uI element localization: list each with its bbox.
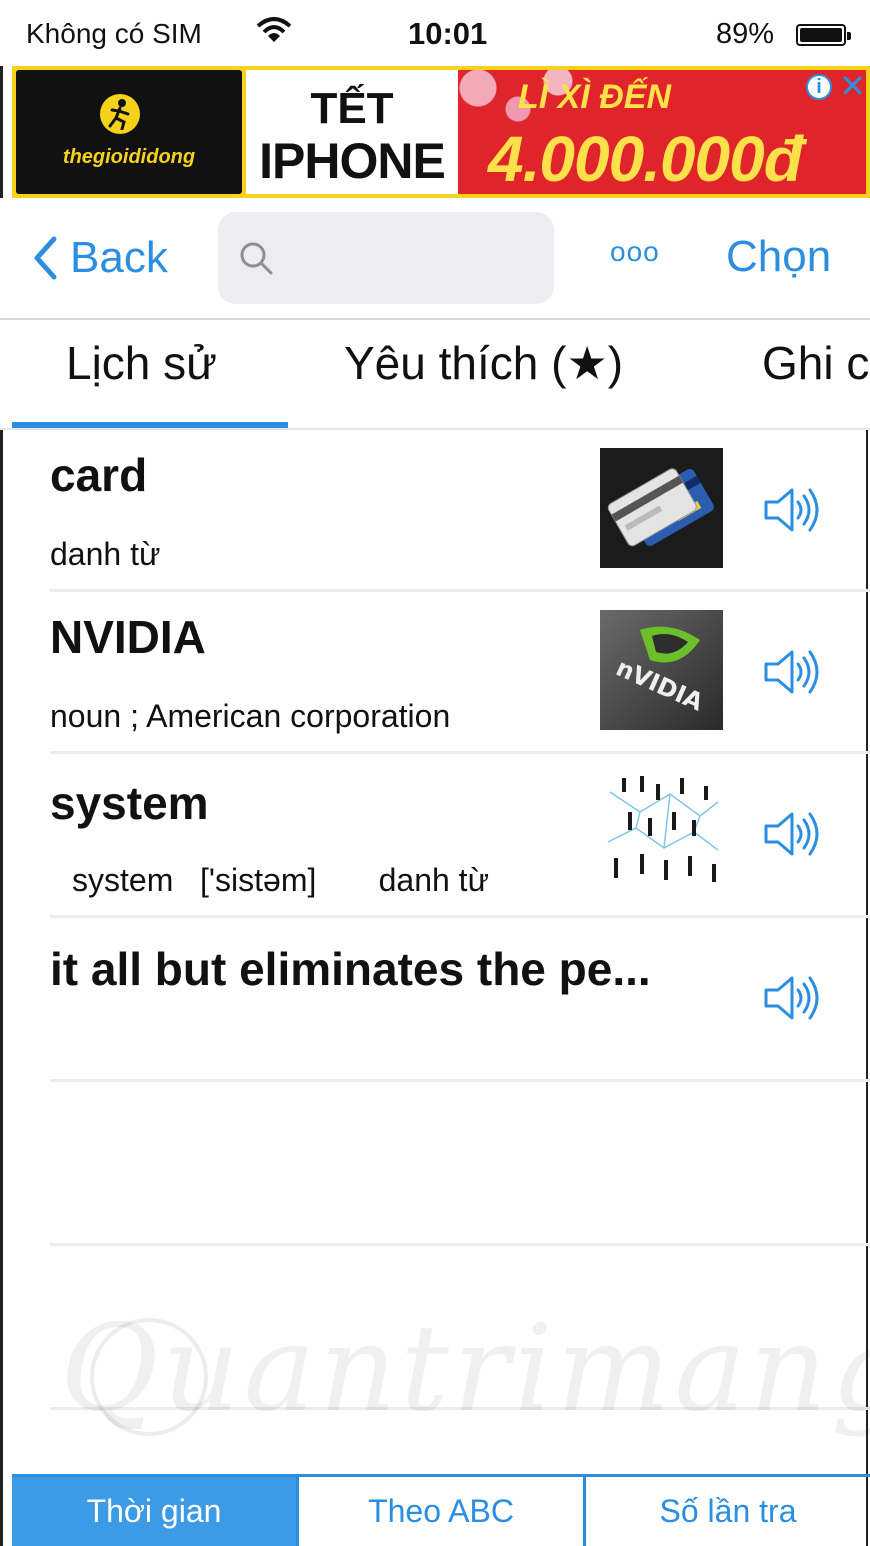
network-people-image (600, 772, 723, 892)
entry-description: noun ; American corporation (50, 698, 451, 734)
ad-headline: TẾT IPHONE (246, 70, 458, 194)
running-man-icon (100, 94, 140, 134)
svg-text:nVIDIA: nVIDIA (612, 654, 708, 717)
entry-word: it all but eliminates the pe... (50, 943, 651, 995)
close-icon[interactable]: ✕ (839, 70, 866, 102)
sort-by-abc[interactable]: Theo ABC (299, 1477, 586, 1546)
entry-word: system (50, 777, 209, 829)
navigation-bar: Back ooo Chọn (0, 198, 870, 320)
list-item[interactable]: system system ['sistəm] danh từ (50, 754, 870, 918)
search-icon (240, 242, 273, 275)
ad-promo-1: LÌ XÌ ĐẾN (518, 78, 672, 116)
ad-promo-amount: 4.000.000đ (488, 123, 803, 194)
ad-brand-panel: thegioididong (16, 70, 242, 194)
select-button[interactable]: Chọn (726, 232, 831, 282)
list-item[interactable]: NVIDIA noun ; American corporation nVIDI… (50, 592, 870, 754)
speaker-icon[interactable] (760, 478, 824, 542)
watermark: Quantrimang (60, 1300, 870, 1439)
nvidia-logo-image: nVIDIA (600, 610, 723, 730)
entry-description: system ['sistəm] danh từ (72, 862, 489, 898)
sort-by-lookup-count[interactable]: Số lần tra (586, 1477, 870, 1546)
list-item[interactable]: card danh từ (50, 430, 870, 592)
ad-brand-name: thegioididong (62, 146, 196, 168)
carrier-label: Không có SIM (26, 18, 202, 49)
back-button[interactable]: Back (32, 232, 168, 284)
search-input[interactable] (218, 212, 554, 304)
ad-headline-2: IPHONE (259, 133, 446, 189)
tab-bar: Lịch sử Yêu thích (★) Ghi c (0, 320, 870, 430)
wifi-icon (256, 16, 292, 51)
sort-by-time[interactable]: Thời gian (12, 1477, 299, 1546)
entry-description: danh từ (50, 536, 161, 572)
battery-icon (796, 24, 851, 46)
more-options-button[interactable]: ooo (610, 236, 660, 268)
tab-favorites[interactable]: Yêu thích (★) (344, 336, 623, 390)
sort-segmented-control: Thời gian Theo ABC Số lần tra (12, 1474, 870, 1546)
tab-history[interactable]: Lịch sử (66, 336, 217, 390)
clock: 10:01 (408, 16, 488, 51)
tab-notes[interactable]: Ghi c (762, 336, 869, 390)
info-icon[interactable]: i (806, 74, 832, 100)
ad-promo: LÌ XÌ ĐẾN 4.000.000đ (458, 70, 866, 194)
chevron-left-icon (34, 236, 57, 280)
entry-word: card (50, 449, 148, 501)
list-item[interactable]: it all but eliminates the pe... (50, 918, 870, 1082)
entry-word: NVIDIA (50, 611, 206, 663)
battery-percent: 89% (716, 18, 775, 50)
back-label: Back (70, 233, 168, 282)
active-tab-indicator (12, 422, 288, 428)
speaker-icon[interactable] (760, 640, 824, 704)
ad-banner[interactable]: thegioididong TẾT IPHONE LÌ XÌ ĐẾN 4.000… (12, 66, 870, 198)
status-bar: Không có SIM 10:01 89% (0, 0, 870, 66)
empty-row (50, 1082, 870, 1246)
ad-headline-1: TẾT (310, 84, 394, 133)
credit-card-image (600, 448, 723, 568)
speaker-icon[interactable] (760, 802, 824, 866)
speaker-icon[interactable] (760, 966, 824, 1030)
